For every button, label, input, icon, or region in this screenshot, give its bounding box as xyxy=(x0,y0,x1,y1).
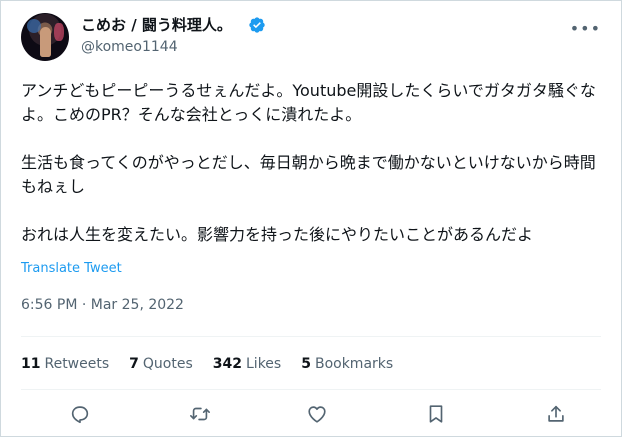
tweet-card: こめお / 闘う料理人。 @komeo1144 ••• アンチどもピーピーうるせ… xyxy=(0,0,622,437)
like-icon[interactable] xyxy=(304,401,330,427)
tweet-paragraph: おれは人生を変えたい。影響力を持った後にやりたいことがあるんだよ xyxy=(21,225,534,244)
action-bar xyxy=(1,401,622,431)
tweet-text: アンチどもピーピーうるせぇんだよ。Youtube開設したくらいでガタガタ騒ぐなよ… xyxy=(21,79,606,271)
avatar[interactable] xyxy=(21,13,69,61)
verified-badge-icon xyxy=(249,17,265,33)
tweet-paragraph: アンチどもピーピーうるせぇんだよ。Youtube開設したくらいでガタガタ騒ぐなよ… xyxy=(21,81,596,124)
translate-tweet-link[interactable]: Translate Tweet xyxy=(21,261,122,276)
quotes-stat[interactable]: 7 Quotes xyxy=(129,356,193,372)
author-name[interactable]: こめお / 闘う料理人。 xyxy=(81,15,232,35)
tweet-stats: 11 Retweets 7 Quotes 342 Likes 5 Bookmarks xyxy=(21,356,393,372)
divider xyxy=(21,336,601,337)
share-icon[interactable] xyxy=(543,401,569,427)
likes-stat[interactable]: 342 Likes xyxy=(213,356,281,372)
bookmarks-stat[interactable]: 5 Bookmarks xyxy=(301,356,393,372)
tweet-timestamp[interactable]: 6:56 PM · Mar 25, 2022 xyxy=(21,297,184,313)
more-icon[interactable]: ••• xyxy=(570,19,601,38)
retweets-stat[interactable]: 11 Retweets xyxy=(21,356,109,372)
bookmark-icon[interactable] xyxy=(423,401,449,427)
reply-icon[interactable] xyxy=(67,401,93,427)
tweet-paragraph: 生活も食ってくのがやっとだし、毎日朝から晩まで働かないといけないから時間もねぇし xyxy=(21,153,596,196)
divider xyxy=(21,389,601,390)
author-handle[interactable]: @komeo1144 xyxy=(81,38,178,56)
retweet-icon[interactable] xyxy=(187,401,213,427)
